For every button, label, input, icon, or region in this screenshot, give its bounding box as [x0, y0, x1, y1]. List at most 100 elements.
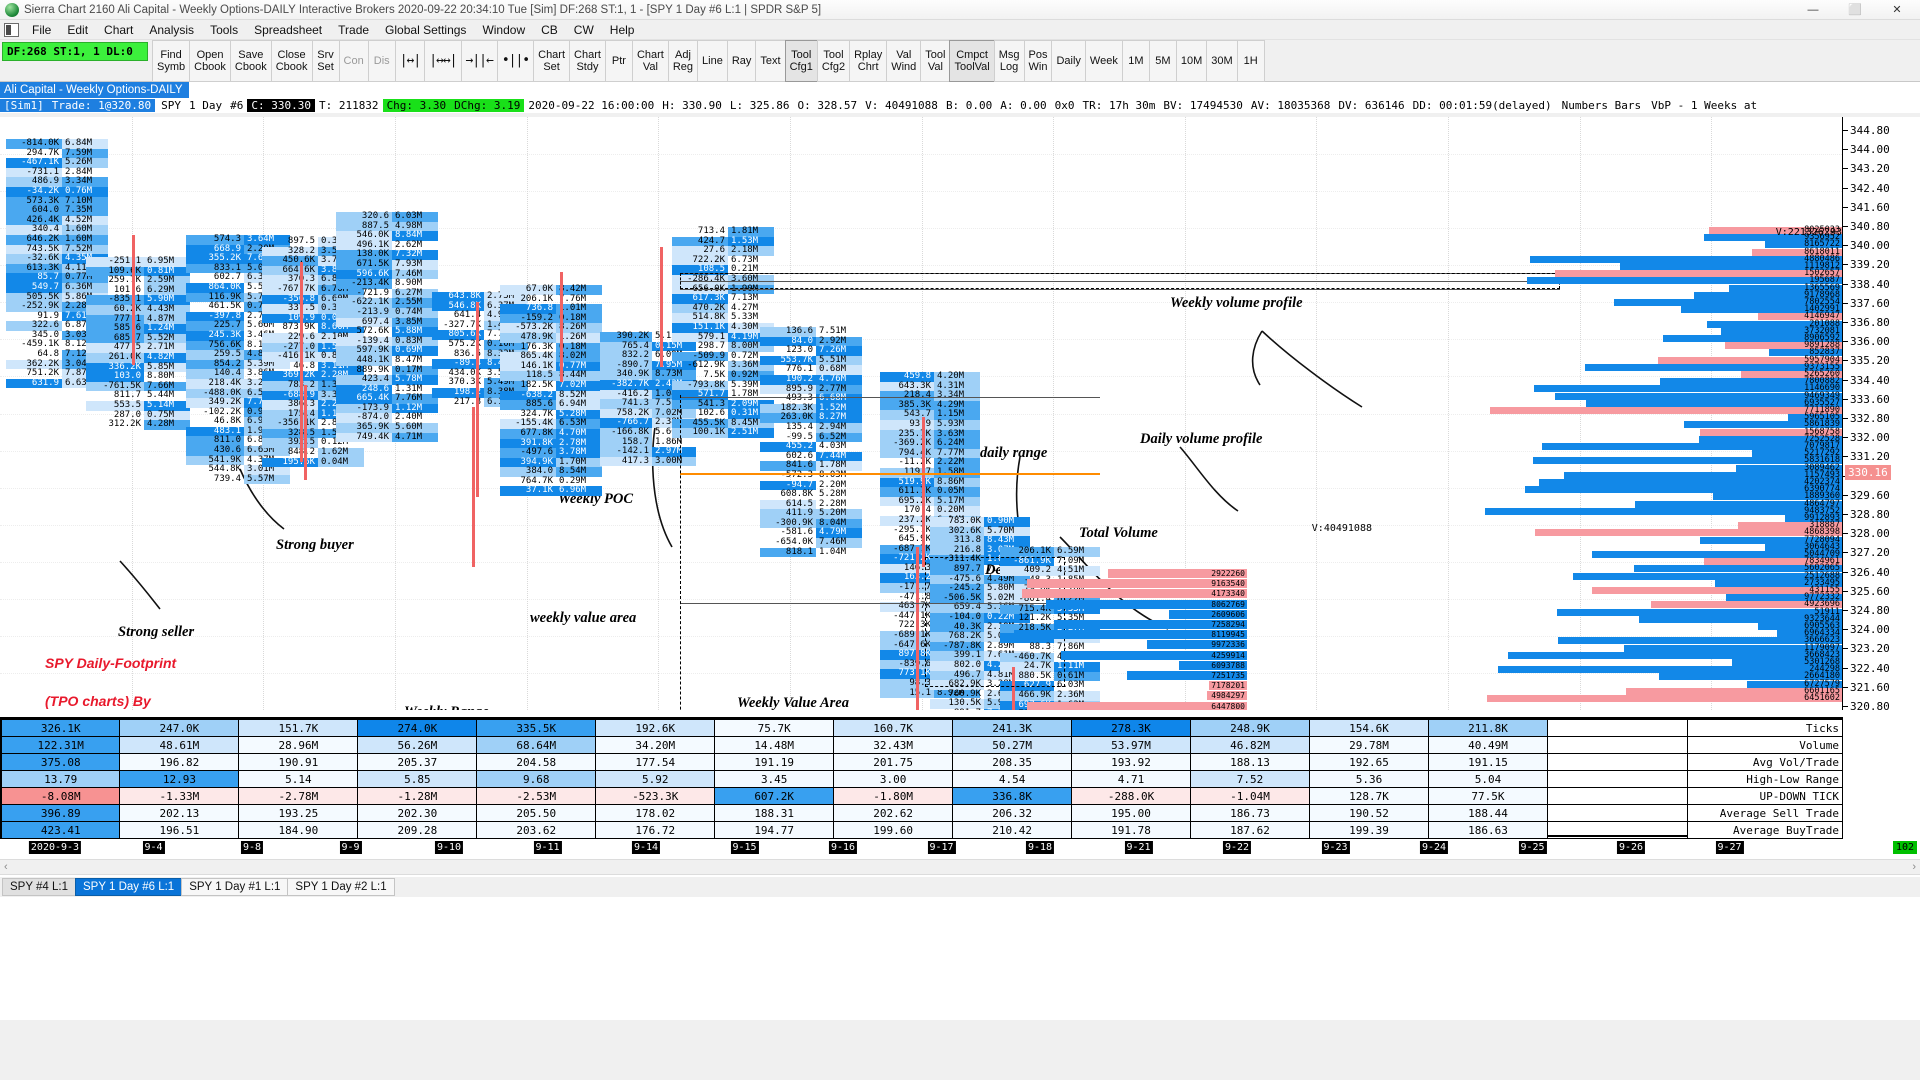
menu-item-trade[interactable]: Trade: [330, 23, 377, 37]
chart-settings-button[interactable]: Chart Set: [533, 40, 571, 82]
system-menu-icon[interactable]: [4, 22, 19, 37]
minimize-button[interactable]: —: [1792, 0, 1834, 20]
chart-tab-1[interactable]: SPY 1 Day #6 L:1: [74, 878, 183, 896]
dis-button[interactable]: Dis: [367, 40, 396, 82]
table-cell: 204.58: [476, 753, 597, 771]
date-tick: 9-10: [434, 841, 464, 854]
price-bar: [472, 407, 475, 567]
menu-item-spreadsheet[interactable]: Spreadsheet: [246, 23, 330, 37]
menu-item-global-settings[interactable]: Global Settings: [377, 23, 474, 37]
date-tick: 9-11: [533, 841, 562, 854]
table-cell: 46.82M: [1190, 736, 1310, 754]
chart-study-button[interactable]: Chart Stdy: [569, 40, 606, 82]
menu-item-help[interactable]: Help: [602, 23, 643, 37]
footprint-ask-cell: 0.04M: [318, 457, 364, 468]
save-chartbook-label-1: Save: [238, 49, 264, 61]
con-button[interactable]: Con: [338, 40, 369, 82]
table-row: -8.08M -1.33M -2.78M -1.28M -2.53M -523.3K 607…: [0, 787, 1843, 805]
menu-item-file[interactable]: File: [24, 23, 59, 37]
scroll-left-arrow-icon[interactable]: ‹: [0, 861, 12, 873]
menu-item-cw[interactable]: CW: [566, 23, 602, 37]
footprint-bid-cell: 417.3: [600, 456, 652, 467]
tool-config-1-button[interactable]: Tool Cfg1: [784, 40, 818, 82]
srv-set-button[interactable]: Srv Set: [311, 40, 340, 82]
srv-set-label-1: Srv: [317, 49, 334, 61]
open-chartbook-button[interactable]: Open Cbook: [189, 40, 231, 82]
timeframe-1h-button[interactable]: 1H: [1236, 40, 1265, 82]
compact-tool-values-button[interactable]: Cmpct ToolVal: [949, 40, 995, 82]
adjust-region-button[interactable]: Adj Reg: [667, 40, 699, 82]
value-window-button[interactable]: Val Wind: [886, 40, 922, 82]
line-tool-button[interactable]: Line: [697, 40, 728, 82]
timeframe-week-button[interactable]: Week: [1084, 40, 1123, 82]
table-cell: 188.13: [1190, 753, 1310, 771]
sierra-chart-app: Sierra Chart 2160 Ali Capital - Weekly O…: [0, 0, 1920, 1080]
menu-item-edit[interactable]: Edit: [59, 23, 96, 37]
timeframe-5m-button[interactable]: 5M: [1148, 40, 1177, 82]
find-symbol-button[interactable]: Find Symb: [152, 40, 191, 82]
table-cell: 210.42: [952, 821, 1073, 839]
table-cell: 77.5K: [1427, 787, 1549, 805]
price-tick: 332.00: [1843, 432, 1890, 443]
toolbar-buttons: Find Symb Open Cbook Save Cbook Close Cbook Srv S…: [152, 40, 1265, 82]
table-cell: 187.62: [1190, 821, 1310, 839]
position-window-button[interactable]: Pos Win: [1023, 40, 1053, 82]
price-scale[interactable]: 344.80 344.00 343.20 342.40 341.60 340.80 340.…: [1843, 117, 1920, 712]
chart-tab-3[interactable]: SPY 1 Day #2 L:1: [287, 878, 395, 896]
quote-dd: DD: 00:01:59(delayed): [1412, 99, 1552, 112]
horizontal-scrollbar[interactable]: ‹ ›: [0, 859, 1920, 875]
date-tick: 2020-9-3: [28, 841, 82, 854]
close-chartbook-button[interactable]: Close Cbook: [270, 40, 313, 82]
price-tick: 324.00: [1843, 624, 1890, 635]
expand-bars-icon: •||•: [501, 53, 530, 68]
timeframe-daily-button[interactable]: Daily: [1051, 40, 1086, 82]
menu-item-window[interactable]: Window: [474, 23, 533, 37]
table-cell: 40.49M: [1427, 736, 1549, 754]
annotation-weekly-value-area-lc: weekly value area: [530, 610, 637, 626]
table-row-label: Avg Vol/Trade: [1687, 753, 1843, 771]
chart-values-button[interactable]: Chart Val: [631, 40, 669, 82]
tool-config-2-button[interactable]: Tool Cfg2: [816, 40, 851, 82]
table-cell: 14.48M: [714, 736, 835, 754]
table-cell: 375.08: [0, 753, 121, 771]
date-axis[interactable]: 2020-9-3 9-4 9-8 9-9 9-10 9-11 9-14 9-15 9-16 9-1…: [0, 839, 1917, 857]
message-log-button[interactable]: Msg Log: [993, 40, 1025, 82]
srv-set-label-2: Set: [317, 61, 334, 73]
maximize-button[interactable]: ⬜: [1834, 0, 1876, 20]
close-button[interactable]: ✕: [1876, 0, 1918, 20]
expand-bars-button[interactable]: •||•: [496, 40, 535, 82]
chart-tab-0[interactable]: SPY #4 L:1: [2, 878, 76, 896]
timeframe-30m-button[interactable]: 30M: [1206, 40, 1238, 82]
sim-badge: [Sim1]: [0, 99, 48, 112]
timeframe-1m-button[interactable]: 1M: [1121, 40, 1150, 82]
table-cell: -1.80M: [833, 787, 954, 805]
menu-item-tools[interactable]: Tools: [202, 23, 246, 37]
chart-area[interactable]: Weekly volume profile Daily volume profil…: [0, 117, 1920, 1020]
timeframe-10m-button[interactable]: 10M: [1175, 40, 1208, 82]
table-cell: 241.3K: [952, 719, 1073, 737]
scroll-right-arrow-icon[interactable]: ›: [1908, 861, 1920, 873]
pointer-button[interactable]: Ptr: [604, 40, 633, 82]
price-tick: 332.80: [1843, 413, 1890, 424]
weekly-volume-profile-bar: [1524, 486, 1842, 494]
price-tick: 341.60: [1843, 202, 1890, 213]
menu-item-analysis[interactable]: Analysis: [141, 23, 202, 37]
quote-av: AV: 18035368: [1250, 99, 1331, 112]
menu-item-cb[interactable]: CB: [533, 23, 566, 37]
chart-plot-region[interactable]: Weekly volume profile Daily volume profil…: [0, 117, 1843, 710]
tool-values-label-1: Tool: [925, 49, 946, 61]
chart-tab-2[interactable]: SPY 1 Day #1 L:1: [181, 878, 289, 896]
table-cell: 5.36: [1308, 770, 1429, 788]
footprint-row: 37.1K 6.96M: [500, 486, 602, 497]
save-chartbook-button[interactable]: Save Cbook: [229, 40, 272, 82]
replay-chart-button[interactable]: Rplay Chrt: [849, 40, 888, 82]
tool-values-button[interactable]: Tool Val: [920, 40, 951, 82]
zoom-in-bars-button[interactable]: |↔↔|: [424, 40, 462, 82]
quote-interval: 1 Day: [188, 99, 223, 112]
text-tool-button[interactable]: Text: [755, 40, 786, 82]
shrink-bars-button[interactable]: →||←: [460, 40, 498, 82]
zoom-out-bars-button[interactable]: |↔|: [394, 40, 426, 82]
footprint-bid-cell: 312.2K: [108, 419, 141, 430]
ray-tool-button[interactable]: Ray: [726, 40, 757, 82]
menu-item-chart[interactable]: Chart: [96, 23, 141, 37]
